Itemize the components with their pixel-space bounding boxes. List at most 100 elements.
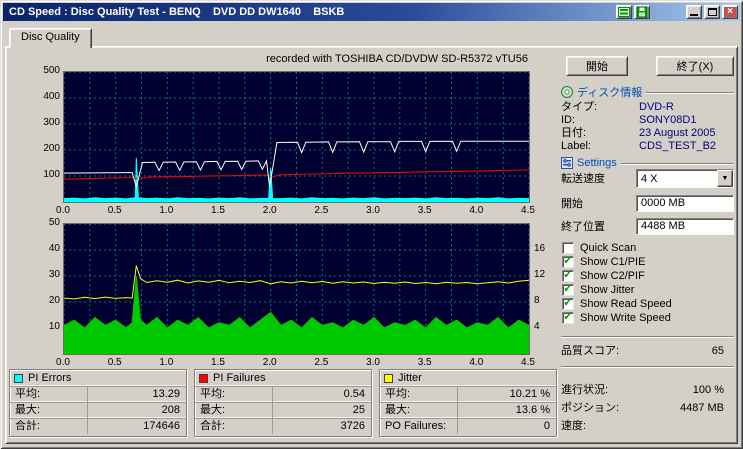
- pi-failures-box: PI Failures 平均: 0.54 最大: 25 合計: 3726: [194, 369, 372, 437]
- axis-tick-label: 3.5: [417, 357, 432, 368]
- close-button[interactable]: ×: [722, 5, 738, 19]
- checkbox-show-write-speed[interactable]: ✓ Show Write Speed: [561, 309, 734, 325]
- axis-tick-label: 1.0: [159, 357, 174, 368]
- axis-tick-label: 16: [534, 243, 546, 254]
- checkbox-show-jitter[interactable]: ✓ Show Jitter: [561, 281, 734, 297]
- chart2-y-axis-right: 16 12 8 4: [534, 223, 560, 353]
- close-icon: ×: [727, 6, 733, 17]
- chart1-plot: [63, 71, 530, 203]
- stat-label: 最大:: [10, 403, 88, 418]
- chart2-plot: [63, 223, 530, 355]
- stat-value: 13.6 %: [515, 404, 550, 416]
- stat-value: 174646: [143, 420, 180, 432]
- field-label: 進行状況:: [561, 384, 609, 396]
- window-title: CD Speed : Disc Quality Test - BENQ DVD …: [9, 6, 345, 18]
- axis-tick-label: 0.0: [56, 357, 70, 368]
- checkbox-label: Show C2/PIF: [580, 270, 645, 282]
- jitter-box: Jitter 平均: 10.21 % 最大: 13.6 % PO Failures:…: [379, 369, 557, 437]
- right-panel: 開始 終了(X) ディスク情報 タイプ: DVD-R ID: SONY08D1 日付…: [561, 55, 734, 439]
- check-icon: ✓: [563, 253, 574, 267]
- titlebar-utility-icon-1[interactable]: [616, 5, 632, 19]
- axis-tick-label: 12: [534, 269, 546, 280]
- save-icon: [636, 6, 648, 18]
- axis-tick-label: 0.0: [56, 205, 70, 216]
- axis-tick-label: 4: [534, 321, 540, 332]
- position-row: ポジション: 4487 MB: [561, 402, 734, 415]
- axis-tick-label: 2.5: [314, 205, 329, 216]
- pi-errors-box: PI Errors 平均: 13.29 最大: 208 合計: 174646: [9, 369, 187, 437]
- stat-label: 平均:: [195, 387, 273, 402]
- checkbox-show-c2-pif[interactable]: ✓ Show C2/PIF: [561, 267, 734, 283]
- jitter-swatch-icon: [384, 373, 393, 383]
- jitter-chart: [63, 223, 530, 355]
- separator: [561, 366, 734, 368]
- stat-label: 合計:: [10, 419, 88, 434]
- axis-tick-label: 2.0: [262, 357, 277, 368]
- disc-date-row: 日付: 23 August 2005: [561, 127, 734, 140]
- field-label: 速度:: [561, 420, 587, 432]
- separator: [561, 336, 734, 338]
- disc-id-row: ID: SONY08D1: [561, 114, 734, 127]
- settings-title: Settings: [577, 157, 617, 169]
- titlebar-spacer: [650, 12, 684, 13]
- axis-tick-label: 200: [43, 143, 60, 154]
- position-value: 4487 MB: [679, 402, 724, 414]
- maximize-button[interactable]: [704, 5, 720, 19]
- field-label: Label:: [561, 140, 591, 152]
- exit-button[interactable]: 終了(X): [656, 56, 734, 76]
- stat-label: 平均:: [10, 387, 88, 402]
- axis-tick-label: 50: [48, 217, 60, 228]
- stat-value: 208: [161, 404, 180, 416]
- transfer-speed-select[interactable]: 4 X ▼: [636, 169, 734, 188]
- tab-disc-quality[interactable]: Disc Quality: [9, 28, 92, 48]
- end-position-input[interactable]: 4488 MB: [636, 218, 734, 235]
- checkbox-label: Show Jitter: [580, 284, 635, 296]
- axis-tick-label: 100: [43, 169, 60, 180]
- axis-tick-label: 2.5: [314, 357, 329, 368]
- titlebar[interactable]: CD Speed : Disc Quality Test - BENQ DVD …: [3, 3, 740, 21]
- c1-pie-area: [63, 157, 530, 203]
- stat-row: 平均: 0.54: [195, 386, 371, 402]
- axis-tick-label: 3.0: [366, 357, 380, 368]
- checkbox-show-c1-pie[interactable]: ✓ Show C1/PIE: [561, 253, 734, 269]
- chevron-down-icon[interactable]: ▼: [717, 170, 733, 187]
- checkbox-show-read-speed[interactable]: ✓ Show Read Speed: [561, 295, 734, 311]
- axis-tick-label: 300: [43, 117, 60, 128]
- check-icon: ✓: [563, 309, 574, 323]
- statbox-title: Jitter: [398, 372, 422, 384]
- field-label: ID:: [561, 114, 576, 126]
- check-icon: ✓: [563, 281, 574, 295]
- axis-tick-label: 1.5: [211, 357, 225, 368]
- axis-tick-label: 500: [43, 65, 60, 76]
- separator: [646, 91, 734, 94]
- stat-value: 3726: [340, 420, 365, 432]
- start-button[interactable]: 開始: [566, 56, 628, 76]
- stat-row: 最大: 208: [10, 402, 186, 418]
- app-window: CD Speed : Disc Quality Test - BENQ DVD …: [0, 0, 743, 449]
- pi-errors-swatch-icon: [14, 373, 23, 383]
- field-value: 23 August 2005: [639, 127, 716, 139]
- check-icon: ✓: [563, 295, 574, 309]
- stat-row: 合計: 3726: [195, 418, 371, 434]
- stat-row: PO Failures: 0: [380, 418, 556, 434]
- minimize-button[interactable]: [686, 5, 702, 19]
- axis-tick-label: 10: [48, 321, 60, 332]
- stat-value: 0.54: [343, 388, 365, 400]
- axis-tick-label: 4.5: [521, 205, 535, 216]
- settings-icon: [561, 157, 573, 169]
- axis-tick-label: 0.5: [107, 357, 122, 368]
- stat-value: 25: [352, 404, 365, 416]
- field-label: 転送速度: [561, 173, 605, 185]
- stat-row: 平均: 13.29: [10, 386, 186, 402]
- field-label: 品質スコア:: [561, 345, 620, 357]
- axis-tick-label: 4.5: [521, 357, 535, 368]
- stat-row: 最大: 13.6 %: [380, 402, 556, 418]
- field-label: 開始: [561, 198, 583, 210]
- start-position-input[interactable]: 0000 MB: [636, 195, 734, 212]
- checkbox-box[interactable]: ✓: [562, 309, 574, 324]
- titlebar-utility-icon-2[interactable]: [634, 5, 650, 19]
- minimize-icon: [690, 14, 698, 16]
- checkbox-quick-scan[interactable]: ✓Quick Scan: [561, 242, 734, 255]
- stat-row: 最大: 25: [195, 402, 371, 418]
- checkbox-label: Show Write Speed: [580, 312, 671, 324]
